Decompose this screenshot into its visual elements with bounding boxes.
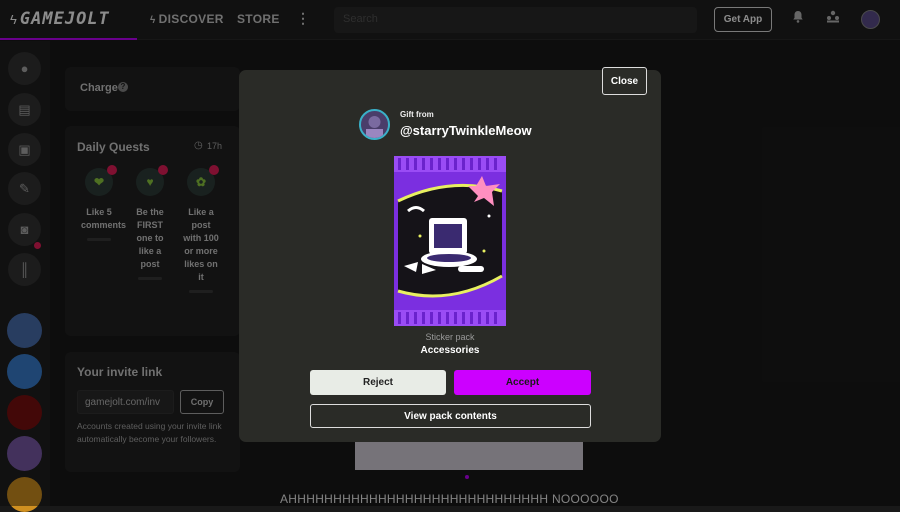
gift-from-label: Gift from bbox=[400, 110, 434, 119]
sticker-pack-image[interactable] bbox=[394, 156, 506, 326]
accept-button[interactable]: Accept bbox=[454, 370, 591, 395]
close-button[interactable]: Close bbox=[602, 67, 647, 95]
view-pack-contents-button[interactable]: View pack contents bbox=[310, 404, 591, 428]
sender-username[interactable]: @starryTwinkleMeow bbox=[400, 123, 532, 138]
gift-modal: Close Gift from @starryTwinkleMeow Stick… bbox=[239, 67, 661, 442]
sender-avatar[interactable] bbox=[359, 109, 390, 140]
pack-type-label: Sticker pack bbox=[425, 332, 475, 342]
reject-button[interactable]: Reject bbox=[310, 370, 446, 395]
pack-name: Accessories bbox=[420, 345, 480, 356]
